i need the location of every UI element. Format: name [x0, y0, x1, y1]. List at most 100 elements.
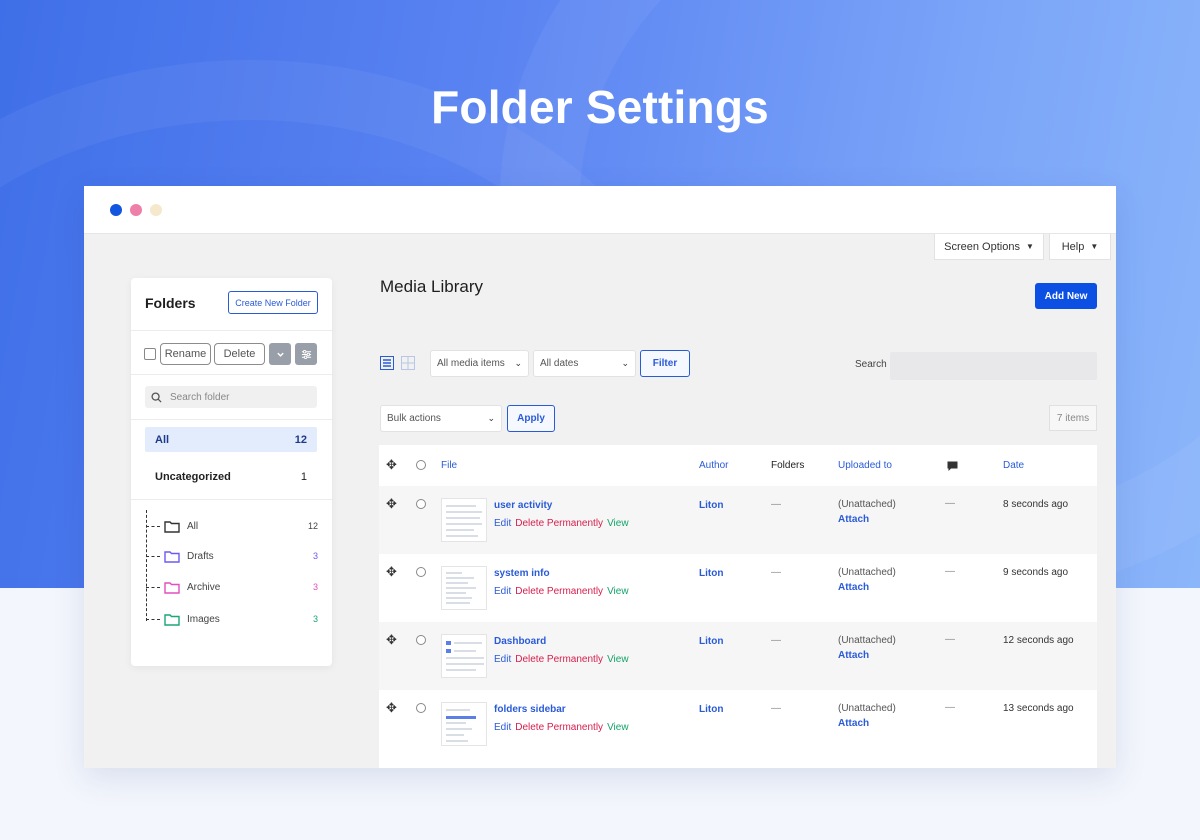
column-folders: Folders — [771, 460, 805, 471]
comments-value: — — [945, 702, 955, 713]
move-icon[interactable]: ✥ — [386, 632, 397, 648]
attach-link[interactable]: Attach — [838, 582, 869, 593]
view-link[interactable]: View — [607, 654, 629, 665]
edit-link[interactable]: Edit — [494, 654, 511, 665]
screen-options-label: Screen Options — [944, 240, 1020, 253]
window-close-dot[interactable] — [110, 204, 122, 216]
folder-uncategorized-count: 1 — [300, 470, 307, 483]
author-link[interactable]: Liton — [699, 704, 723, 715]
uploaded-to-value: (Unattached) — [838, 703, 896, 714]
select-all-checkbox[interactable] — [144, 348, 156, 360]
file-name-link[interactable]: user activity — [494, 500, 552, 511]
file-thumbnail[interactable] — [441, 498, 487, 542]
date-select[interactable]: All dates ⌄ — [533, 350, 636, 377]
attach-link[interactable]: Attach — [838, 718, 869, 729]
row-select-radio[interactable] — [416, 635, 426, 645]
window-minimize-dot[interactable] — [130, 204, 142, 216]
divider — [131, 374, 332, 375]
window-maximize-dot[interactable] — [150, 204, 162, 216]
edit-link[interactable]: Edit — [494, 518, 511, 529]
help-label: Help — [1061, 240, 1085, 253]
move-icon[interactable]: ✥ — [386, 564, 397, 580]
author-link[interactable]: Liton — [699, 568, 723, 579]
search-folder-placeholder: Search folder — [170, 391, 230, 403]
add-new-button[interactable]: Add New — [1035, 283, 1097, 309]
column-uploaded-to[interactable]: Uploaded to — [838, 460, 892, 471]
date-value: 9 seconds ago — [1003, 567, 1069, 578]
select-all-radio[interactable] — [416, 460, 426, 470]
file-thumbnail[interactable] — [441, 634, 487, 678]
move-icon[interactable]: ✥ — [386, 496, 397, 512]
column-date[interactable]: Date — [1003, 460, 1024, 471]
edit-link[interactable]: Edit — [494, 586, 511, 597]
column-author[interactable]: Author — [699, 460, 728, 471]
delete-permanently-link[interactable]: Delete Permanently — [515, 586, 603, 597]
filter-button[interactable]: Filter — [640, 350, 690, 377]
view-link[interactable]: View — [607, 722, 629, 733]
row-actions: Edit Delete Permanently View — [494, 586, 629, 597]
file-thumbnail[interactable] — [441, 566, 487, 610]
uploaded-to-value: (Unattached) — [838, 499, 896, 510]
divider — [131, 330, 332, 331]
file-name-link[interactable]: system info — [494, 568, 550, 579]
search-folder-input[interactable]: Search folder — [145, 386, 317, 408]
author-link[interactable]: Liton — [699, 636, 723, 647]
media-type-select[interactable]: All media items ⌄ — [430, 350, 529, 377]
folder-uncategorized-label: Uncategorized — [155, 470, 231, 483]
folder-uncategorized-item[interactable]: Uncategorized 1 — [145, 464, 317, 489]
folders-sidebar: Folders Create New Folder Rename Delete … — [131, 278, 332, 666]
delete-permanently-link[interactable]: Delete Permanently — [515, 654, 603, 665]
date-value: 8 seconds ago — [1003, 499, 1069, 510]
move-icon: ✥ — [386, 457, 397, 472]
search-input[interactable] — [890, 352, 1097, 380]
view-link[interactable]: View — [607, 586, 629, 597]
move-icon[interactable]: ✥ — [386, 700, 397, 716]
delete-permanently-link[interactable]: Delete Permanently — [515, 518, 603, 529]
author-link[interactable]: Liton — [699, 500, 723, 511]
page-title: Media Library — [380, 277, 483, 296]
file-name-link[interactable]: Dashboard — [494, 636, 546, 647]
tree-item-count: 3 — [312, 582, 318, 592]
folders-value: — — [771, 567, 781, 578]
row-actions: Edit Delete Permanently View — [494, 654, 629, 665]
help-button[interactable]: Help ▼ — [1049, 234, 1111, 260]
file-name-link[interactable]: folders sidebar — [494, 704, 566, 715]
tree-item-archive[interactable]: Archive 3 — [146, 578, 318, 596]
screen-options-button[interactable]: Screen Options ▼ — [934, 234, 1044, 260]
folders-value: — — [771, 703, 781, 714]
settings-sliders-icon[interactable] — [295, 343, 317, 365]
attach-link[interactable]: Attach — [838, 650, 869, 661]
column-file[interactable]: File — [441, 460, 457, 471]
grid-view-icon[interactable] — [401, 356, 415, 370]
create-folder-button[interactable]: Create New Folder — [228, 291, 318, 314]
divider — [131, 419, 332, 420]
edit-link[interactable]: Edit — [494, 722, 511, 733]
chevron-down-icon: ⌄ — [487, 413, 495, 423]
folder-all-item[interactable]: All 12 — [145, 427, 317, 452]
delete-button[interactable]: Delete — [214, 343, 265, 365]
attach-link[interactable]: Attach — [838, 514, 869, 525]
tree-connector — [146, 586, 160, 588]
tree-connector — [146, 555, 160, 557]
row-select-radio[interactable] — [416, 499, 426, 509]
delete-permanently-link[interactable]: Delete Permanently — [515, 722, 603, 733]
file-thumbnail[interactable] — [441, 702, 487, 746]
folder-all-count: 12 — [294, 433, 307, 446]
list-view-icon[interactable] — [380, 356, 394, 370]
chevron-down-icon[interactable] — [269, 343, 291, 365]
tree-item-label: Drafts — [187, 550, 214, 562]
bulk-actions-value: Bulk actions — [387, 413, 441, 424]
row-select-radio[interactable] — [416, 703, 426, 713]
rename-button[interactable]: Rename — [160, 343, 211, 365]
date-value: 13 seconds ago — [1003, 703, 1074, 714]
view-link[interactable]: View — [607, 518, 629, 529]
apply-button[interactable]: Apply — [507, 405, 555, 432]
tree-item-drafts[interactable]: Drafts 3 — [146, 547, 318, 565]
table-row: ✥ folders sidebar Edit Delete Permanently… — [379, 690, 1097, 758]
chevron-down-icon: ⌄ — [514, 358, 522, 368]
tree-item-label: All — [187, 520, 199, 532]
tree-item-all[interactable]: All 12 — [146, 517, 318, 535]
bulk-actions-select[interactable]: Bulk actions ⌄ — [380, 405, 502, 432]
row-select-radio[interactable] — [416, 567, 426, 577]
tree-item-images[interactable]: Images 3 — [146, 610, 318, 628]
